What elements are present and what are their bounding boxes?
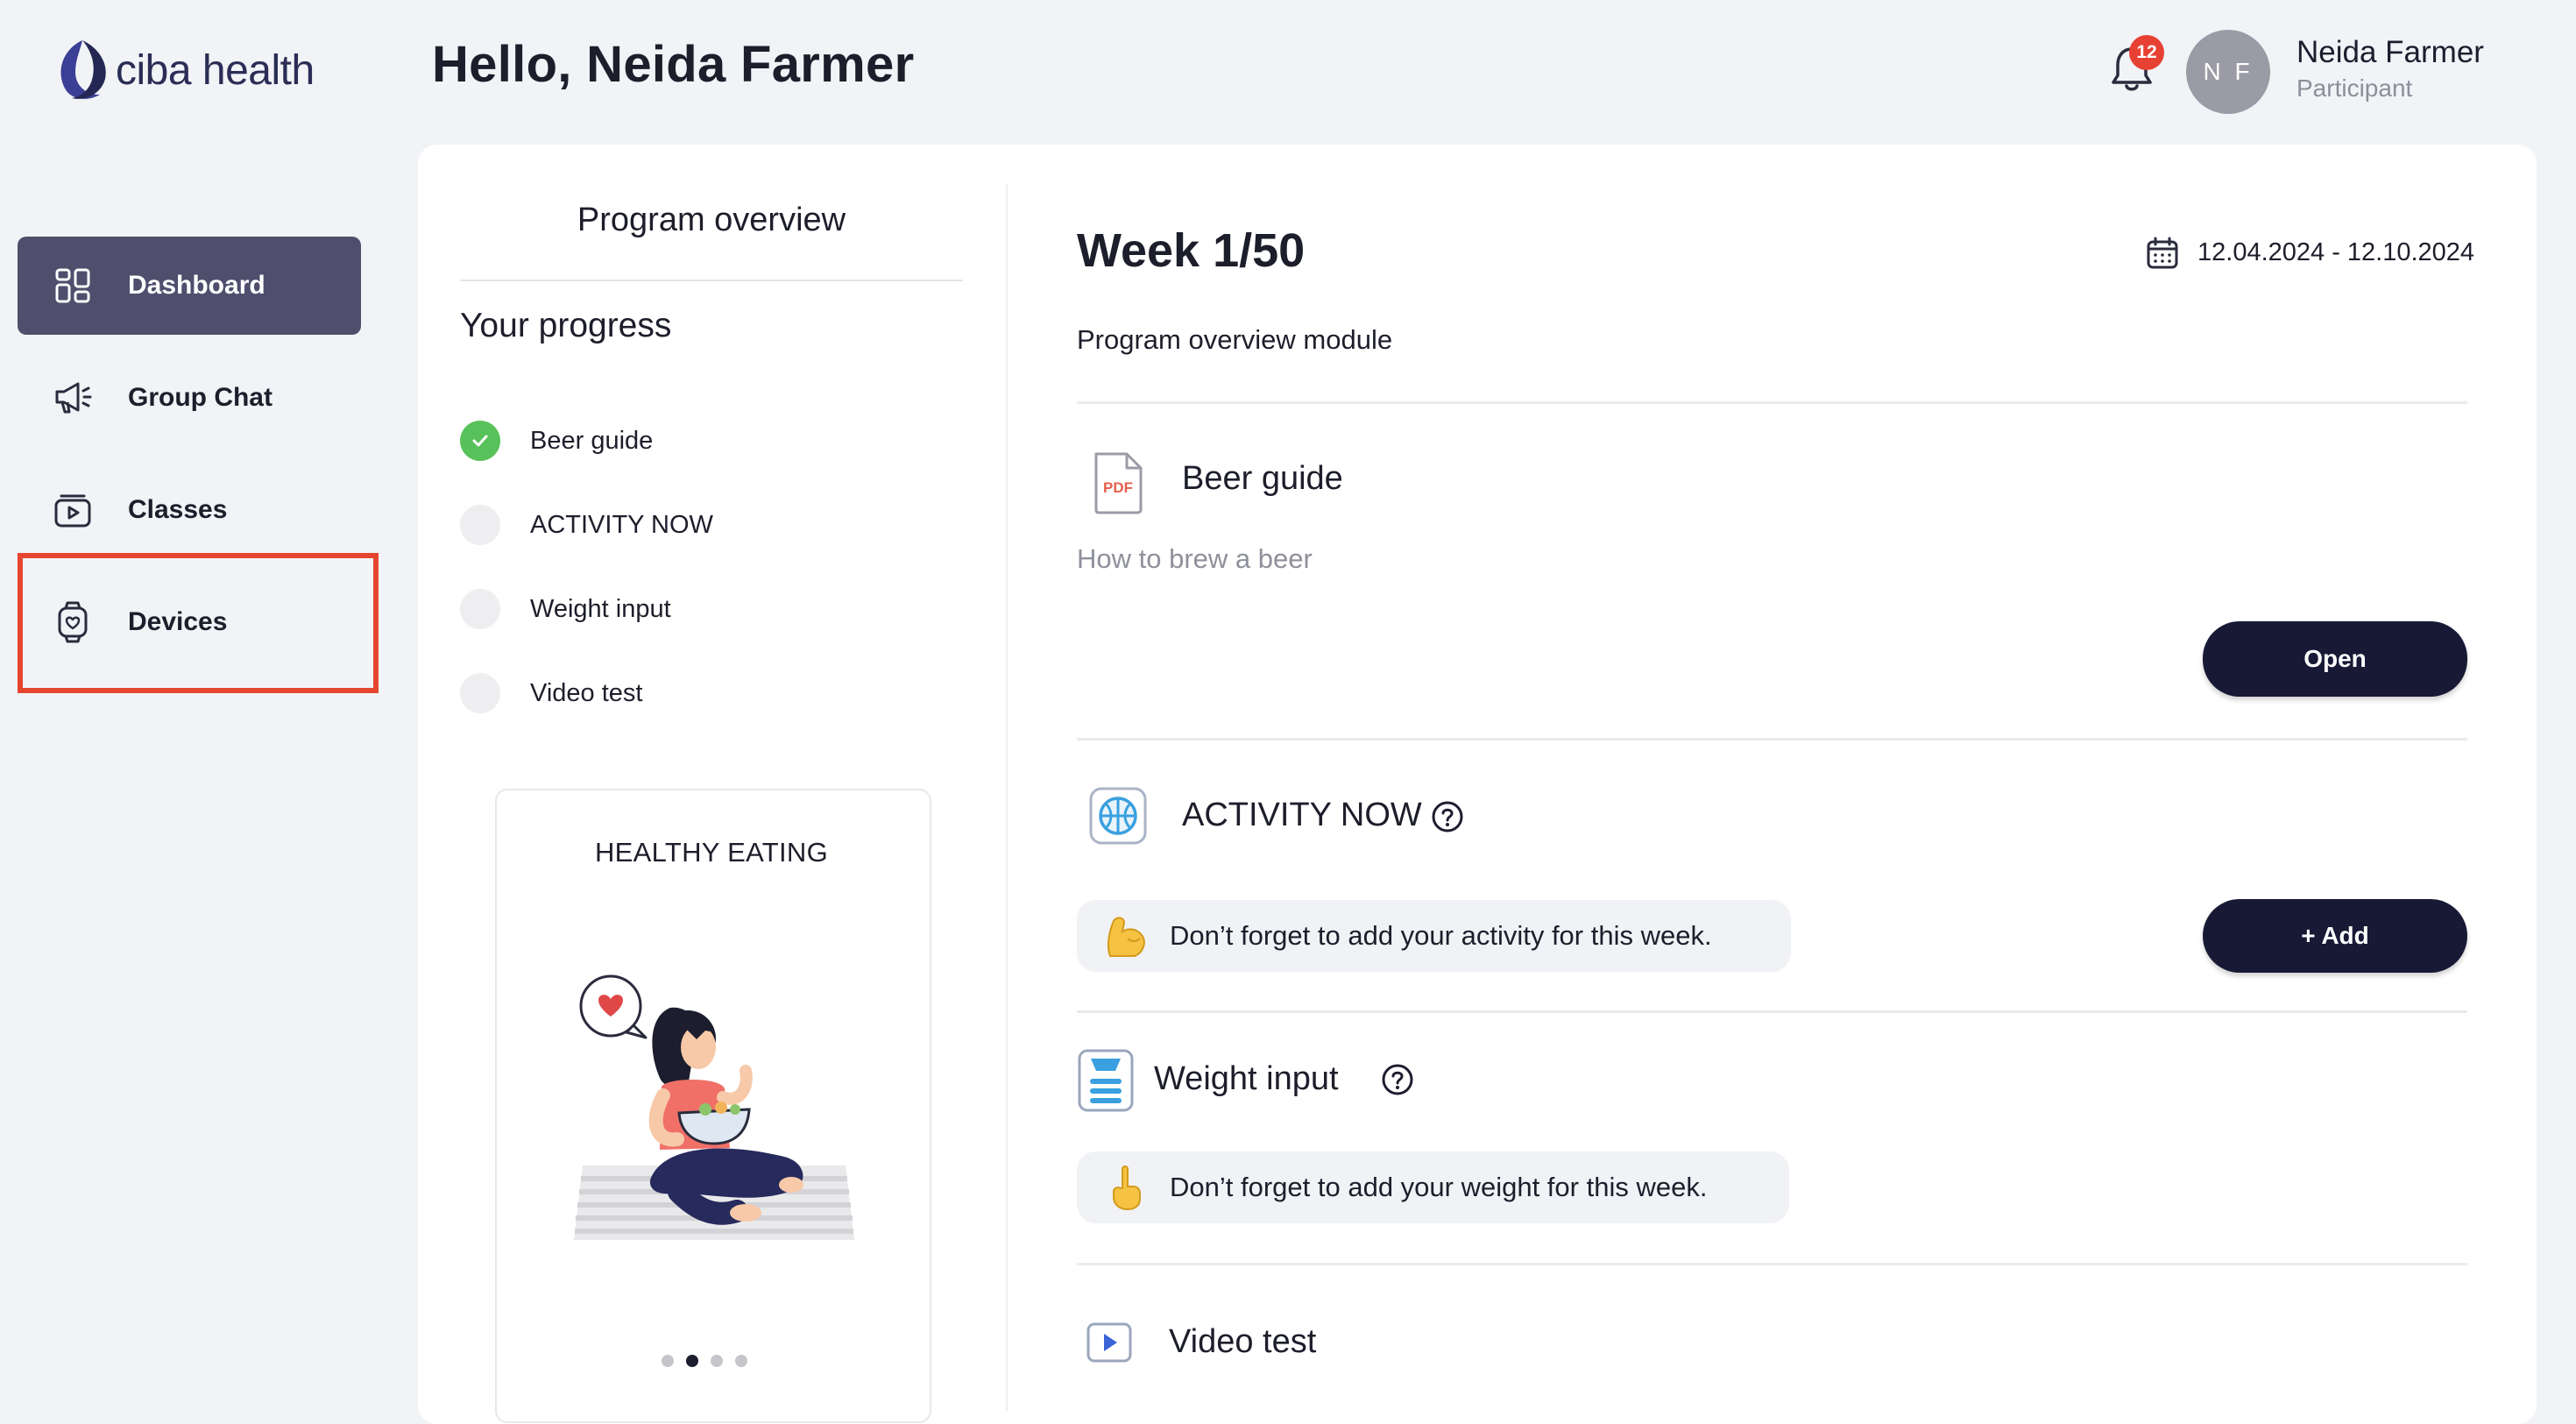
- ciba-health-logo[interactable]: ciba health: [47, 37, 315, 103]
- weight-input-title: Weight input: [1154, 1060, 1339, 1097]
- sidebar-item-group-chat[interactable]: Group Chat: [18, 349, 361, 447]
- module-name: Program overview module: [1077, 324, 1393, 355]
- pending-circle-icon: [460, 589, 500, 629]
- carousel-dot-active[interactable]: [686, 1355, 698, 1367]
- page-title: Hello, Neida Farmer: [432, 36, 915, 93]
- beer-guide-subtitle: How to brew a beer: [1077, 543, 1313, 574]
- sidebar-item-classes[interactable]: Classes: [18, 461, 361, 559]
- overview-divider: [460, 280, 963, 281]
- progress-item-label: Video test: [530, 678, 643, 707]
- devices-highlight-box: [18, 553, 379, 693]
- brand-name: ciba health: [116, 46, 315, 94]
- avatar[interactable]: N F: [2186, 30, 2270, 114]
- section-divider: [1077, 401, 2467, 404]
- activity-ball-icon: [1089, 787, 1147, 845]
- section-divider: [1077, 1010, 2467, 1013]
- sidebar-item-label: Group Chat: [128, 383, 272, 412]
- progress-title: Your progress: [460, 307, 672, 344]
- pointing-finger-icon: [1101, 1164, 1149, 1211]
- carousel-dot[interactable]: [711, 1355, 723, 1367]
- pdf-file-icon: PDF: [1094, 452, 1143, 514]
- program-overview-title: Program overview: [577, 202, 846, 238]
- activity-title: ACTIVITY NOW: [1182, 797, 1422, 833]
- weight-reminder-text: Don’t forget to add your weight for this…: [1170, 1172, 1708, 1202]
- sidebar-item-dashboard[interactable]: Dashboard: [18, 237, 361, 335]
- section-divider: [1077, 738, 2467, 740]
- add-activity-button[interactable]: + Add: [2203, 899, 2467, 973]
- pending-circle-icon: [460, 505, 500, 545]
- notification-badge: 12: [2129, 35, 2164, 70]
- pdf-label: PDF: [1103, 479, 1133, 496]
- user-name: Neida Farmer: [2296, 35, 2484, 69]
- week-title: Week 1/50: [1077, 224, 1306, 277]
- flexed-biceps-icon: [1101, 912, 1149, 960]
- section-divider: [1077, 1263, 2467, 1265]
- activity-reminder-text: Don’t forget to add your activity for th…: [1170, 920, 1712, 951]
- play-box-icon: [53, 490, 93, 530]
- weight-reminder: Don’t forget to add your weight for this…: [1077, 1151, 1789, 1223]
- sidebar-item-label: Dashboard: [128, 271, 265, 300]
- progress-item-label: Beer guide: [530, 426, 654, 455]
- carousel-dots[interactable]: [662, 1355, 747, 1367]
- logo-mark-icon: [60, 40, 106, 99]
- progress-item-activity-now[interactable]: ACTIVITY NOW: [460, 505, 713, 545]
- tip-card-title: HEALTHY EATING: [594, 837, 829, 868]
- open-button[interactable]: Open: [2203, 621, 2467, 697]
- activity-reminder: Don’t forget to add your activity for th…: [1077, 900, 1791, 972]
- pending-circle-icon: [460, 673, 500, 713]
- user-role: Participant: [2296, 74, 2413, 102]
- carousel-dot[interactable]: [735, 1355, 747, 1367]
- help-icon[interactable]: [1381, 1063, 1414, 1096]
- video-play-icon: [1086, 1322, 1132, 1363]
- megaphone-icon: [53, 378, 93, 418]
- progress-item-weight-input[interactable]: Weight input: [460, 589, 671, 629]
- calendar-icon: [2147, 237, 2178, 269]
- scale-icon: [1078, 1049, 1134, 1112]
- date-range: 12.04.2024 - 12.10.2024: [2197, 238, 2475, 266]
- beer-guide-title: Beer guide: [1182, 460, 1343, 497]
- help-icon[interactable]: [1431, 800, 1464, 833]
- progress-item-beer-guide[interactable]: Beer guide: [460, 421, 653, 461]
- progress-item-label: ACTIVITY NOW: [530, 510, 713, 539]
- carousel-dot[interactable]: [662, 1355, 674, 1367]
- check-icon: [460, 421, 500, 461]
- sidebar-item-label: Classes: [128, 495, 228, 524]
- healthy-eating-illustration: [574, 974, 854, 1240]
- progress-item-label: Weight input: [530, 594, 671, 623]
- progress-item-video-test[interactable]: Video test: [460, 673, 642, 713]
- video-test-title: Video test: [1169, 1323, 1317, 1360]
- column-divider: [1006, 184, 1008, 1411]
- dashboard-icon: [53, 266, 93, 306]
